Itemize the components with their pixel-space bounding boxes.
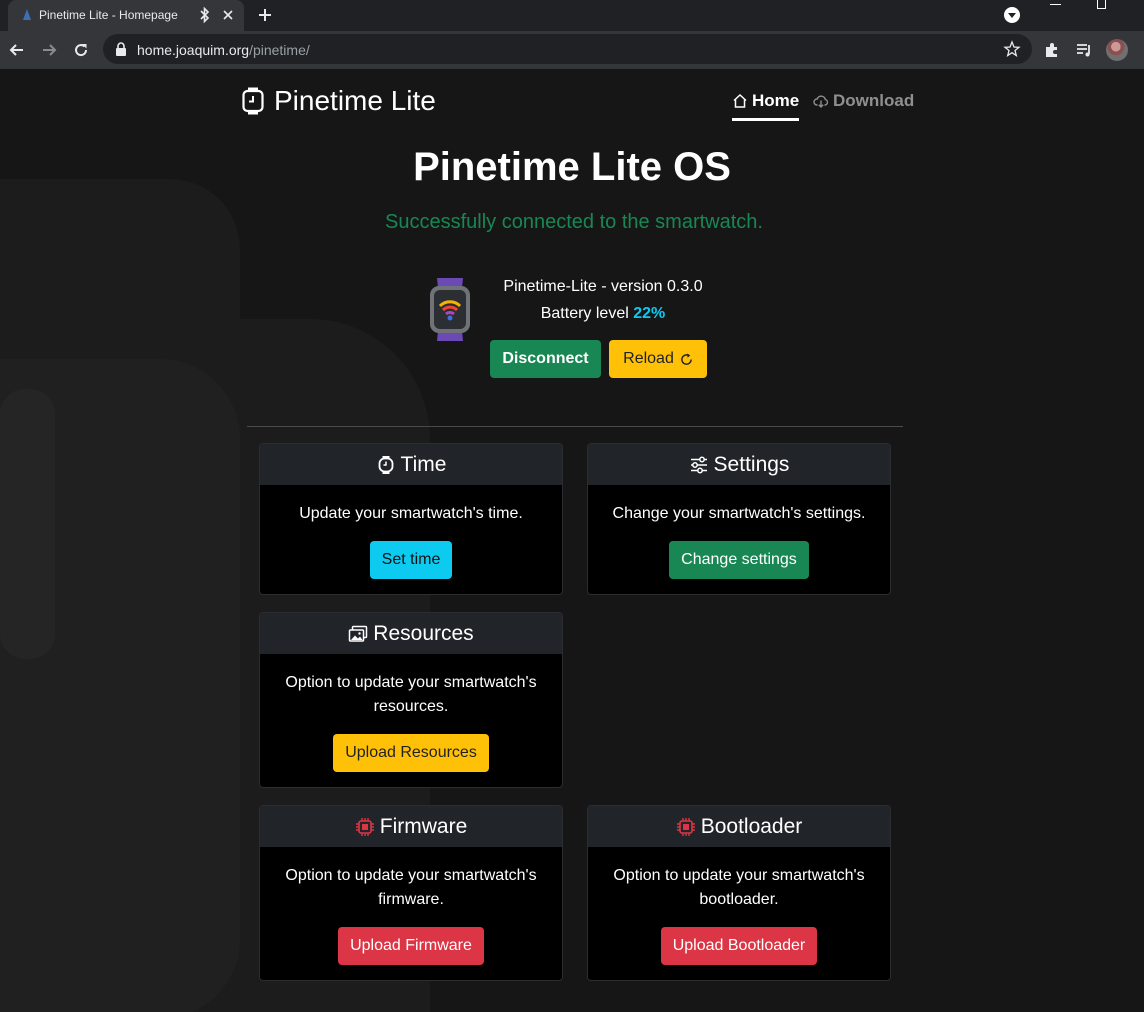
watch-icon (378, 455, 393, 474)
back-icon[interactable] (8, 41, 26, 59)
resources-card-title: Resources (373, 621, 474, 645)
smartwatch-icon (430, 278, 470, 341)
page-content: Pinetime Lite Home Download Pinetime Lit… (0, 69, 1144, 1012)
firmware-card: Firmware Option to update your smartwatc… (259, 805, 563, 981)
lock-icon (116, 42, 126, 56)
address-bar[interactable]: home.joaquim.org/pinetime/ (103, 34, 1032, 64)
profile-avatar[interactable] (1106, 39, 1128, 61)
section-divider (247, 426, 903, 427)
time-card: Time Update your smartwatch's time. Set … (259, 443, 563, 595)
change-settings-button[interactable]: Change settings (669, 541, 809, 579)
upload-resources-button[interactable]: Upload Resources (333, 734, 489, 772)
bookmark-star-icon[interactable] (1003, 40, 1021, 58)
brand-name: Pinetime Lite (274, 85, 436, 116)
house-icon (733, 93, 747, 108)
bootloader-card: Bootloader Option to update your smartwa… (587, 805, 891, 981)
minimize-icon[interactable] (1050, 4, 1061, 5)
new-tab-icon[interactable] (256, 6, 274, 24)
sliders-icon (690, 456, 707, 473)
resources-card: Resources Option to update your smartwat… (259, 612, 563, 788)
firmware-card-text: Option to update your smartwatch's firmw… (285, 867, 537, 908)
arrow-clockwise-icon (681, 352, 692, 365)
firmware-card-header: Firmware (260, 806, 562, 847)
upload-bootloader-button[interactable]: Upload Bootloader (660, 927, 818, 965)
browser-toolbar: home.joaquim.org/pinetime/ (0, 31, 1144, 69)
cpu-icon (355, 817, 374, 836)
page-title: Pinetime Lite OS (413, 145, 731, 189)
settings-card: Settings Change your smartwatch's settin… (587, 443, 891, 595)
time-card-text: Update your smartwatch's time. (299, 505, 523, 522)
tab-search-icon[interactable] (1004, 7, 1020, 23)
time-card-title: Time (400, 452, 447, 476)
brand-logo[interactable]: Pinetime Lite (241, 85, 436, 116)
nav-home-label: Home (752, 91, 800, 110)
watch-icon (242, 87, 264, 115)
connection-status: Successfully connected to the smartwatch… (385, 211, 763, 233)
firmware-card-title: Firmware (379, 814, 468, 838)
tab-title: Pinetime Lite - Homepage (39, 8, 178, 22)
favicon-icon (23, 9, 31, 20)
bootloader-card-text: Option to update your smartwatch's bootl… (613, 867, 865, 908)
forward-icon[interactable] (40, 41, 58, 59)
resources-card-text: Option to update your smartwatch's resou… (285, 674, 537, 715)
browser-tab-strip: Pinetime Lite - Homepage (0, 0, 1144, 31)
url-text: home.joaquim.org/pinetime/ (137, 42, 310, 58)
settings-card-title: Settings (713, 452, 790, 476)
upload-firmware-button[interactable]: Upload Firmware (338, 927, 484, 965)
reload-button[interactable]: Reload (609, 340, 707, 378)
images-icon (349, 625, 368, 642)
settings-card-header: Settings (588, 444, 890, 485)
battery-percentage: 22% (633, 305, 666, 322)
nav-download-link[interactable]: Download (813, 91, 914, 111)
browser-tab[interactable]: Pinetime Lite - Homepage (8, 0, 244, 31)
media-control-icon[interactable] (1075, 41, 1093, 59)
close-icon[interactable] (221, 8, 235, 22)
disconnect-button[interactable]: Disconnect (490, 340, 601, 378)
refresh-icon[interactable] (72, 41, 90, 59)
extensions-icon[interactable] (1043, 41, 1061, 59)
set-time-button[interactable]: Set time (369, 541, 453, 579)
bluetooth-icon (200, 6, 210, 24)
nav-download-label: Download (833, 91, 915, 110)
time-card-header: Time (260, 444, 562, 485)
settings-card-text: Change your smartwatch's settings. (612, 505, 866, 522)
battery-level: Battery level 22% (540, 305, 666, 322)
cloud-download-icon (813, 95, 829, 108)
bootloader-card-header: Bootloader (588, 806, 890, 847)
resources-card-header: Resources (260, 613, 562, 654)
firmware-version: Pinetime-Lite - version 0.3.0 (503, 278, 703, 295)
nav-home-link[interactable]: Home (732, 91, 800, 121)
maximize-icon[interactable] (1097, 0, 1106, 9)
cpu-icon (676, 817, 695, 836)
bootloader-card-title: Bootloader (700, 814, 803, 838)
